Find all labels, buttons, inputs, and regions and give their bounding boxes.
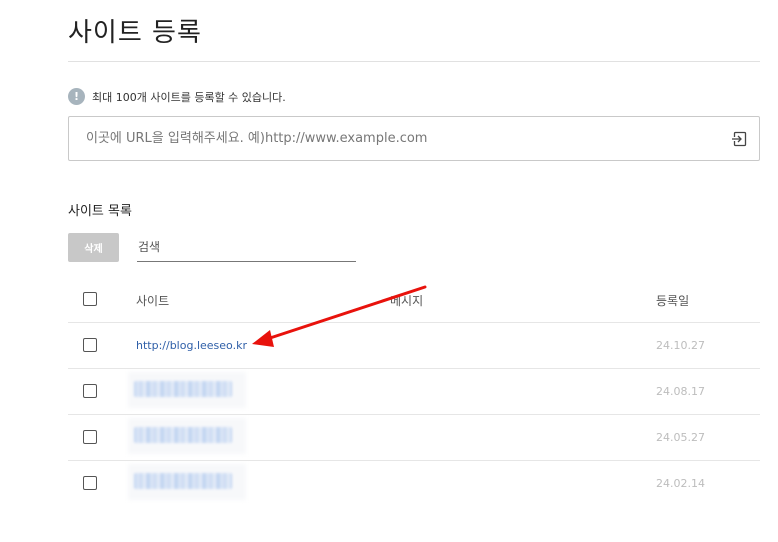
notice: ! 최대 100개 사이트를 등록할 수 있습니다.: [68, 88, 286, 105]
info-icon: !: [68, 88, 85, 105]
row-checkbox[interactable]: [83, 476, 97, 490]
select-all-checkbox[interactable]: [83, 292, 97, 306]
delete-button[interactable]: 삭제: [68, 233, 119, 262]
column-header-site: 사이트: [136, 294, 170, 308]
date-cell: 24.10.27: [656, 339, 705, 352]
title-divider: [68, 61, 760, 62]
column-header-message: 메시지: [390, 294, 424, 308]
url-input-box: [68, 116, 760, 161]
row-checkbox[interactable]: [83, 384, 97, 398]
notice-text: 최대 100개 사이트를 등록할 수 있습니다.: [92, 90, 286, 104]
search-input[interactable]: [137, 233, 356, 261]
table-row: 24.08.17: [68, 369, 760, 415]
date-cell: 24.05.27: [656, 431, 705, 444]
row-checkbox[interactable]: [83, 430, 97, 444]
blurred-site-link: [134, 427, 232, 443]
date-cell: 24.08.17: [656, 385, 705, 398]
url-input[interactable]: [69, 117, 719, 160]
table-row: http://blog.leeseo.kr 24.10.27: [68, 323, 760, 369]
blurred-site-link: [134, 381, 232, 397]
table-row: 24.05.27: [68, 415, 760, 461]
search-field: [137, 233, 356, 262]
column-header-date: 등록일: [656, 294, 690, 308]
enter-icon[interactable]: [719, 117, 759, 160]
site-table: 사이트 메시지 등록일 http://blog.leeseo.kr 24.10.…: [68, 277, 760, 507]
date-cell: 24.02.14: [656, 477, 705, 490]
page-title: 사이트 등록: [68, 18, 202, 48]
table-header: 사이트 메시지 등록일: [68, 277, 760, 323]
site-link[interactable]: http://blog.leeseo.kr: [136, 339, 247, 352]
row-checkbox[interactable]: [83, 338, 97, 352]
site-list-title: 사이트 목록: [68, 204, 132, 219]
table-row: 24.02.14: [68, 461, 760, 507]
blurred-site-link: [134, 473, 232, 489]
